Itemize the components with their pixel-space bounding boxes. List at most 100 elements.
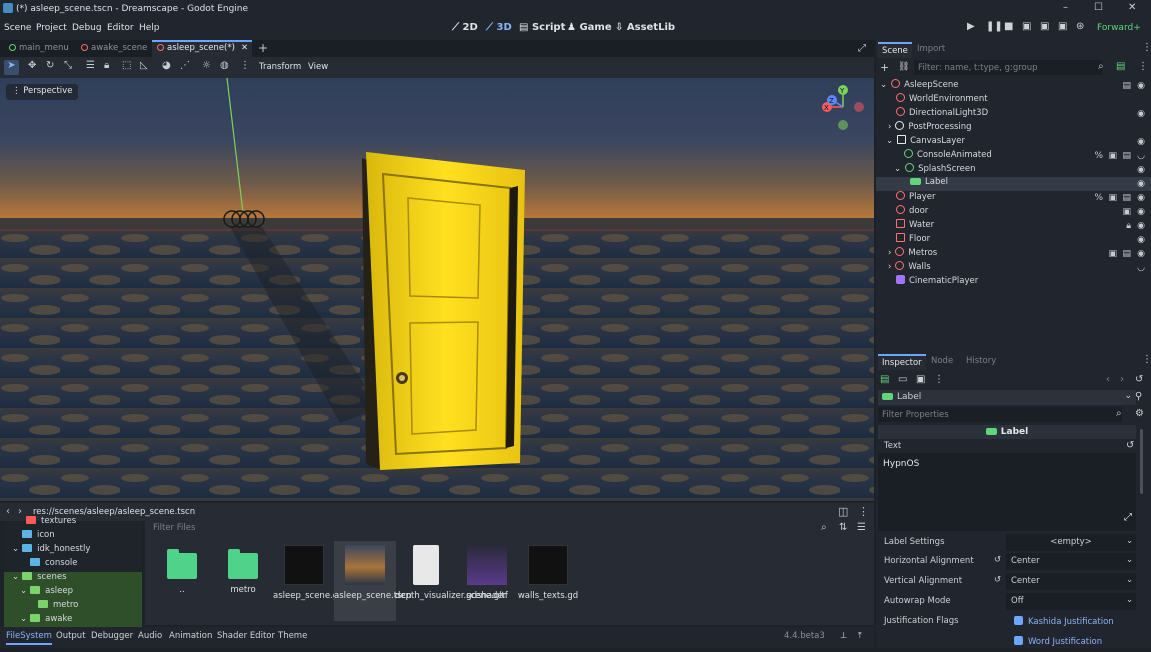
- expand-icon[interactable]: ⤒: [858, 631, 862, 641]
- ruler-icon[interactable]: ◺: [140, 60, 148, 71]
- visibility-icon[interactable]: ◉: [1137, 81, 1145, 91]
- link-icon[interactable]: ⛓: [898, 62, 909, 72]
- movie-maker-icon[interactable]: ⊛: [1076, 21, 1084, 32]
- move-tool-icon[interactable]: ✥: [28, 60, 36, 71]
- environment-preview-icon[interactable]: ◍: [220, 60, 229, 71]
- label-settings-value[interactable]: <empty>: [1006, 534, 1136, 551]
- visibility-icon[interactable]: ◉: [1137, 221, 1145, 231]
- script-icon[interactable]: ▤: [1122, 249, 1131, 259]
- script-icon[interactable]: ▤: [1122, 151, 1131, 161]
- hidden-icon[interactable]: ◡: [1137, 263, 1145, 273]
- doc-icon[interactable]: ⚲: [1135, 391, 1142, 402]
- visibility-icon[interactable]: ◉: [1137, 137, 1145, 147]
- menu-help[interactable]: Help: [139, 23, 160, 33]
- tab-inspector[interactable]: Inspector: [878, 354, 926, 370]
- tree-item-idk-honestly[interactable]: ⌄ idk_honestly: [4, 544, 142, 558]
- snap-icon[interactable]: ⋰: [180, 60, 190, 71]
- perspective-menu[interactable]: ⋮ Perspective: [6, 84, 79, 100]
- list-view-icon[interactable]: ☰: [857, 522, 866, 533]
- lock-icon[interactable]: 🔒︎: [104, 60, 109, 71]
- tab-main-menu[interactable]: main_menu: [4, 40, 74, 57]
- node-canvaslayer[interactable]: ⌄ CanvasLayer ◉: [876, 135, 1151, 149]
- tab-awake-scene[interactable]: awake_scene: [76, 40, 150, 57]
- chevron-down-icon[interactable]: ⌄: [1126, 575, 1133, 585]
- play-icon[interactable]: ▶: [967, 21, 975, 32]
- chevron-down-icon[interactable]: ⌄: [1126, 595, 1133, 605]
- horizontal-alignment-select[interactable]: Center: [1006, 553, 1136, 570]
- history-forward-icon[interactable]: ›: [1120, 374, 1124, 385]
- tab-output[interactable]: Output: [56, 631, 86, 641]
- minimize-button[interactable]: –: [1063, 2, 1068, 13]
- node-splashscreen[interactable]: ⌄ SplashScreen ◉: [876, 163, 1151, 177]
- remote-debug-icon[interactable]: ▣: [1022, 21, 1031, 32]
- visibility-icon[interactable]: ◉: [1137, 179, 1145, 189]
- distraction-free-icon[interactable]: ⤢: [858, 40, 866, 57]
- renderer-select[interactable]: Forward+: [1097, 23, 1141, 33]
- node-door[interactable]: door ▣ ◉: [876, 205, 1151, 219]
- revert-icon[interactable]: ↺: [994, 555, 1001, 565]
- mode-2d-button[interactable]: ⟋ 2D: [452, 22, 478, 33]
- visibility-icon[interactable]: ◉: [1137, 193, 1145, 203]
- new-resource-icon[interactable]: ▤: [880, 374, 889, 385]
- mode-assetlib-button[interactable]: ⇩ AssetLib: [615, 22, 675, 33]
- add-tab-icon[interactable]: +: [258, 38, 268, 55]
- open-folder-icon[interactable]: ▭: [898, 374, 907, 385]
- visibility-icon[interactable]: ◉: [1137, 109, 1145, 119]
- node-walls[interactable]: › Walls ◡: [876, 261, 1151, 275]
- file-parent-dir[interactable]: ..: [151, 545, 213, 596]
- node-directionallight3d[interactable]: DirectionalLight3D ◉: [876, 107, 1151, 121]
- revert-icon[interactable]: ↺: [994, 575, 1001, 585]
- visibility-icon[interactable]: ◉: [1137, 249, 1145, 259]
- visibility-icon[interactable]: ◉: [1137, 207, 1145, 217]
- node-worldenvironment[interactable]: WorldEnvironment: [876, 93, 1151, 107]
- menu-editor[interactable]: Editor: [107, 23, 134, 33]
- transform-menu[interactable]: Transform: [259, 62, 301, 72]
- play-custom-scene-icon[interactable]: ▣: [1058, 21, 1067, 32]
- scale-tool-icon[interactable]: ⤡: [64, 60, 72, 71]
- object-history-icon[interactable]: ↺: [1135, 374, 1143, 385]
- revert-icon[interactable]: ↺: [1126, 440, 1134, 451]
- pin-icon[interactable]: ⊥: [840, 631, 847, 641]
- attach-script-icon[interactable]: ▤: [1116, 61, 1125, 72]
- node-water[interactable]: Water 🔒︎ ◉: [876, 219, 1151, 233]
- tree-item-metro[interactable]: metro: [4, 600, 142, 614]
- tab-asleep-scene[interactable]: asleep_scene(*) ✕: [152, 40, 252, 57]
- menu-project[interactable]: Project: [36, 23, 67, 33]
- filter-settings-icon[interactable]: ⚙: [1135, 408, 1144, 419]
- inspector-scrollbar[interactable]: [1140, 429, 1143, 494]
- local-space-icon[interactable]: ◕: [162, 60, 171, 71]
- text-property-editor[interactable]: HypnOS ⤢: [878, 453, 1136, 531]
- tab-scene-dock[interactable]: Scene: [878, 42, 912, 58]
- hidden-icon[interactable]: ◡: [1137, 151, 1145, 161]
- filter-properties-input[interactable]: Filter Properties: [878, 407, 1122, 422]
- sort-icon[interactable]: ⇅: [839, 522, 847, 533]
- vertical-alignment-select[interactable]: Center: [1006, 573, 1136, 590]
- tab-debugger[interactable]: Debugger: [91, 631, 133, 641]
- visibility-icon[interactable]: ◉: [1137, 235, 1145, 245]
- visibility-icon[interactable]: ◉: [1137, 165, 1145, 175]
- tab-history[interactable]: History: [966, 356, 996, 366]
- play-scene-icon[interactable]: ▣: [1040, 21, 1049, 32]
- node-asleepscene[interactable]: ⌄ AsleepScene ▤ ◉: [876, 79, 1151, 93]
- expand-editor-icon[interactable]: ⤢: [1124, 512, 1132, 523]
- file-metro-folder[interactable]: metro: [212, 545, 274, 596]
- menu-scene[interactable]: Scene: [4, 23, 31, 33]
- filter-files-input[interactable]: Filter Files: [153, 523, 195, 533]
- autowrap-mode-select[interactable]: Off: [1006, 593, 1136, 610]
- node-floor[interactable]: Floor ◉: [876, 233, 1151, 247]
- group-icon[interactable]: ⬚: [122, 60, 131, 71]
- more-options-icon[interactable]: ⋮: [240, 60, 250, 71]
- mode-3d-button[interactable]: ⟋ 3D: [486, 22, 512, 33]
- tree-item-console[interactable]: console: [4, 558, 142, 572]
- list-select-icon[interactable]: ☰: [86, 60, 95, 71]
- tab-node[interactable]: Node: [931, 356, 953, 366]
- mode-script-button[interactable]: ▤ Script: [519, 22, 565, 33]
- file-scene-gltf[interactable]: scene.gltf: [456, 545, 518, 602]
- tree-item-asleep[interactable]: ⌄ asleep: [4, 586, 142, 600]
- tree-item-scenes[interactable]: ⌄ scenes: [4, 572, 142, 586]
- file-asleep-scene-tscn[interactable]: asleep_scene.tscn: [334, 541, 412, 621]
- node-consoleanimated[interactable]: ConsoleAnimated% ▣ ▤ ◡: [876, 149, 1151, 163]
- add-node-icon[interactable]: +: [880, 61, 889, 74]
- node-label[interactable]: Label ◉: [876, 177, 1151, 191]
- script-icon[interactable]: ▤: [1122, 193, 1131, 203]
